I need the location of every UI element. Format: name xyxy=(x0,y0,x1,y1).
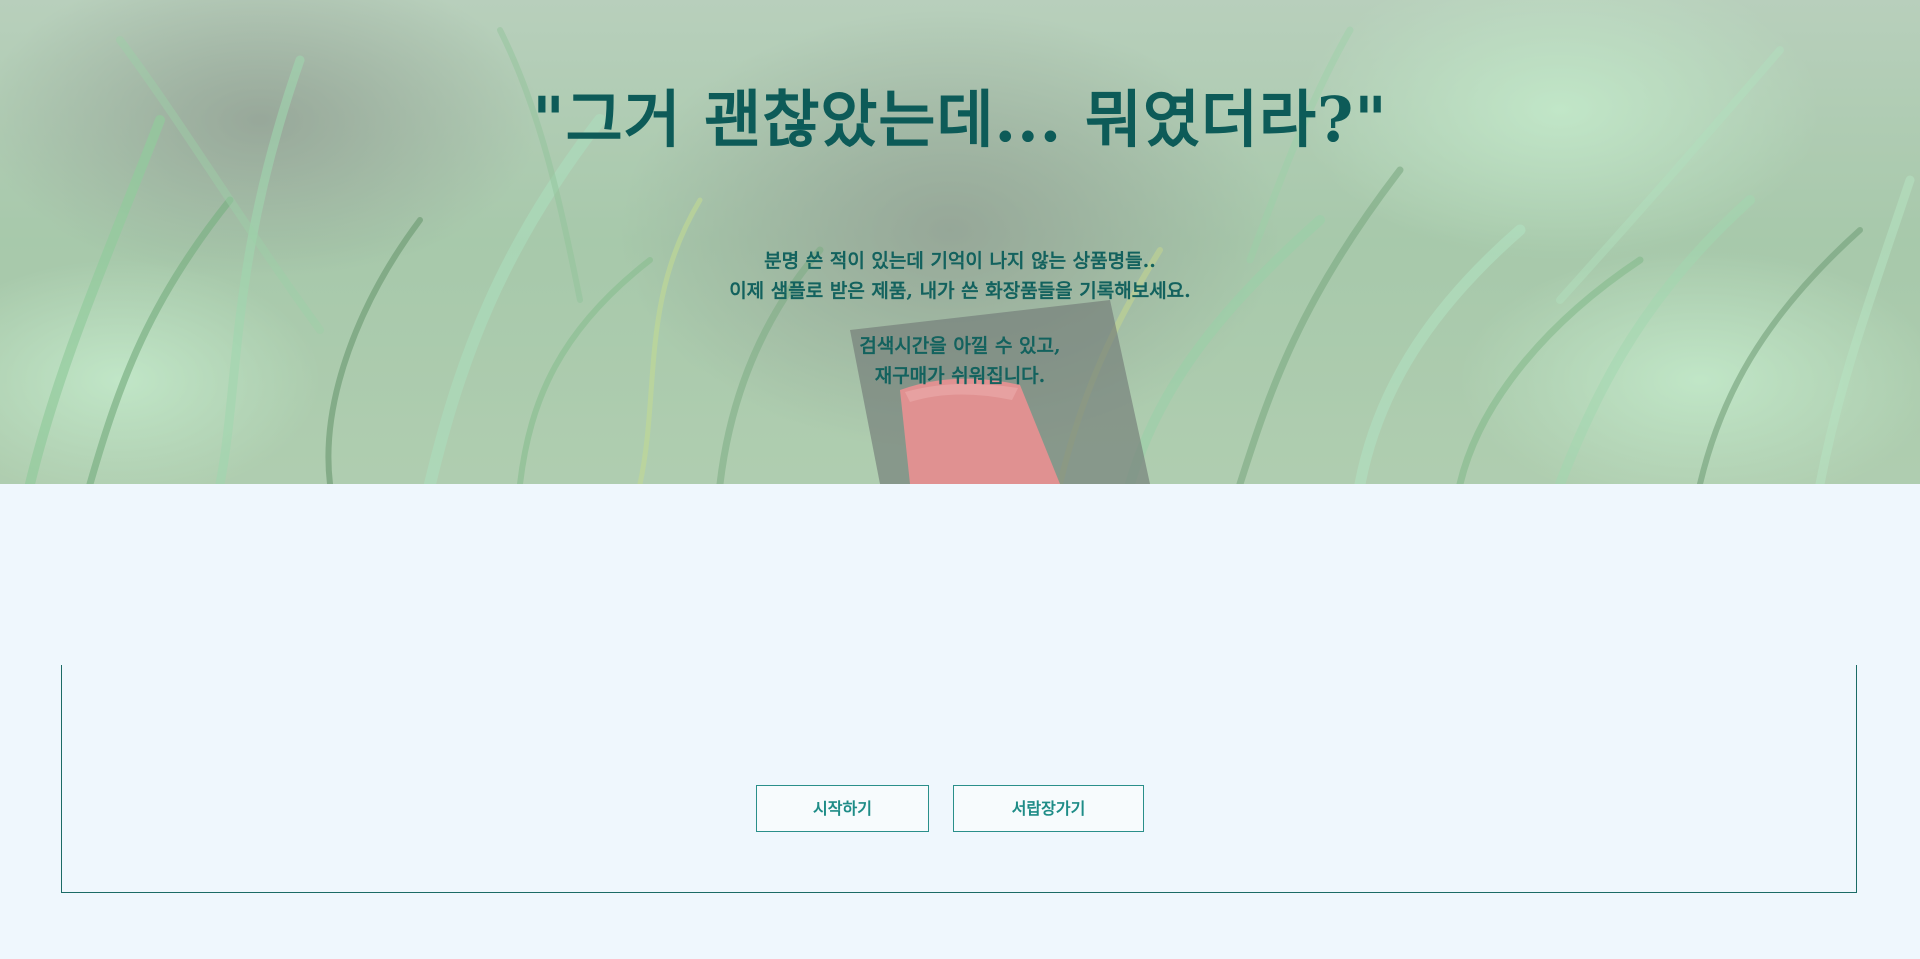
hero-overlay xyxy=(0,0,1920,484)
hero-description-line: 이제 샘플로 받은 제품, 내가 쓴 화장품들을 기록해보세요. xyxy=(729,280,1191,302)
action-panel: 시작하기 서랍장가기 xyxy=(61,665,1857,893)
hero-title: "그거 괜찮았는데... 뭐였더라?" xyxy=(532,83,1388,156)
hero-description-line: 재구매가 쉬워집니다. xyxy=(874,365,1046,387)
hero-description: 분명 쓴 적이 있는데 기억이 나지 않는 상품명들.. 이제 샘플로 받은 제… xyxy=(0,246,1920,391)
hero-banner: "그거 괜찮았는데... 뭐였더라?" 분명 쓴 적이 있는데 기억이 나지 않… xyxy=(0,0,1920,484)
hero-description-line: 분명 쓴 적이 있는데 기억이 나지 않는 상품명들.. xyxy=(764,250,1156,272)
landing-page: "그거 괜찮았는데... 뭐였더라?" 분명 쓴 적이 있는데 기억이 나지 않… xyxy=(0,0,1920,959)
go-to-drawer-button[interactable]: 서랍장가기 xyxy=(953,785,1144,832)
hero-description-line: 검색시간을 아낄 수 있고, xyxy=(859,335,1061,357)
start-button[interactable]: 시작하기 xyxy=(756,785,929,832)
